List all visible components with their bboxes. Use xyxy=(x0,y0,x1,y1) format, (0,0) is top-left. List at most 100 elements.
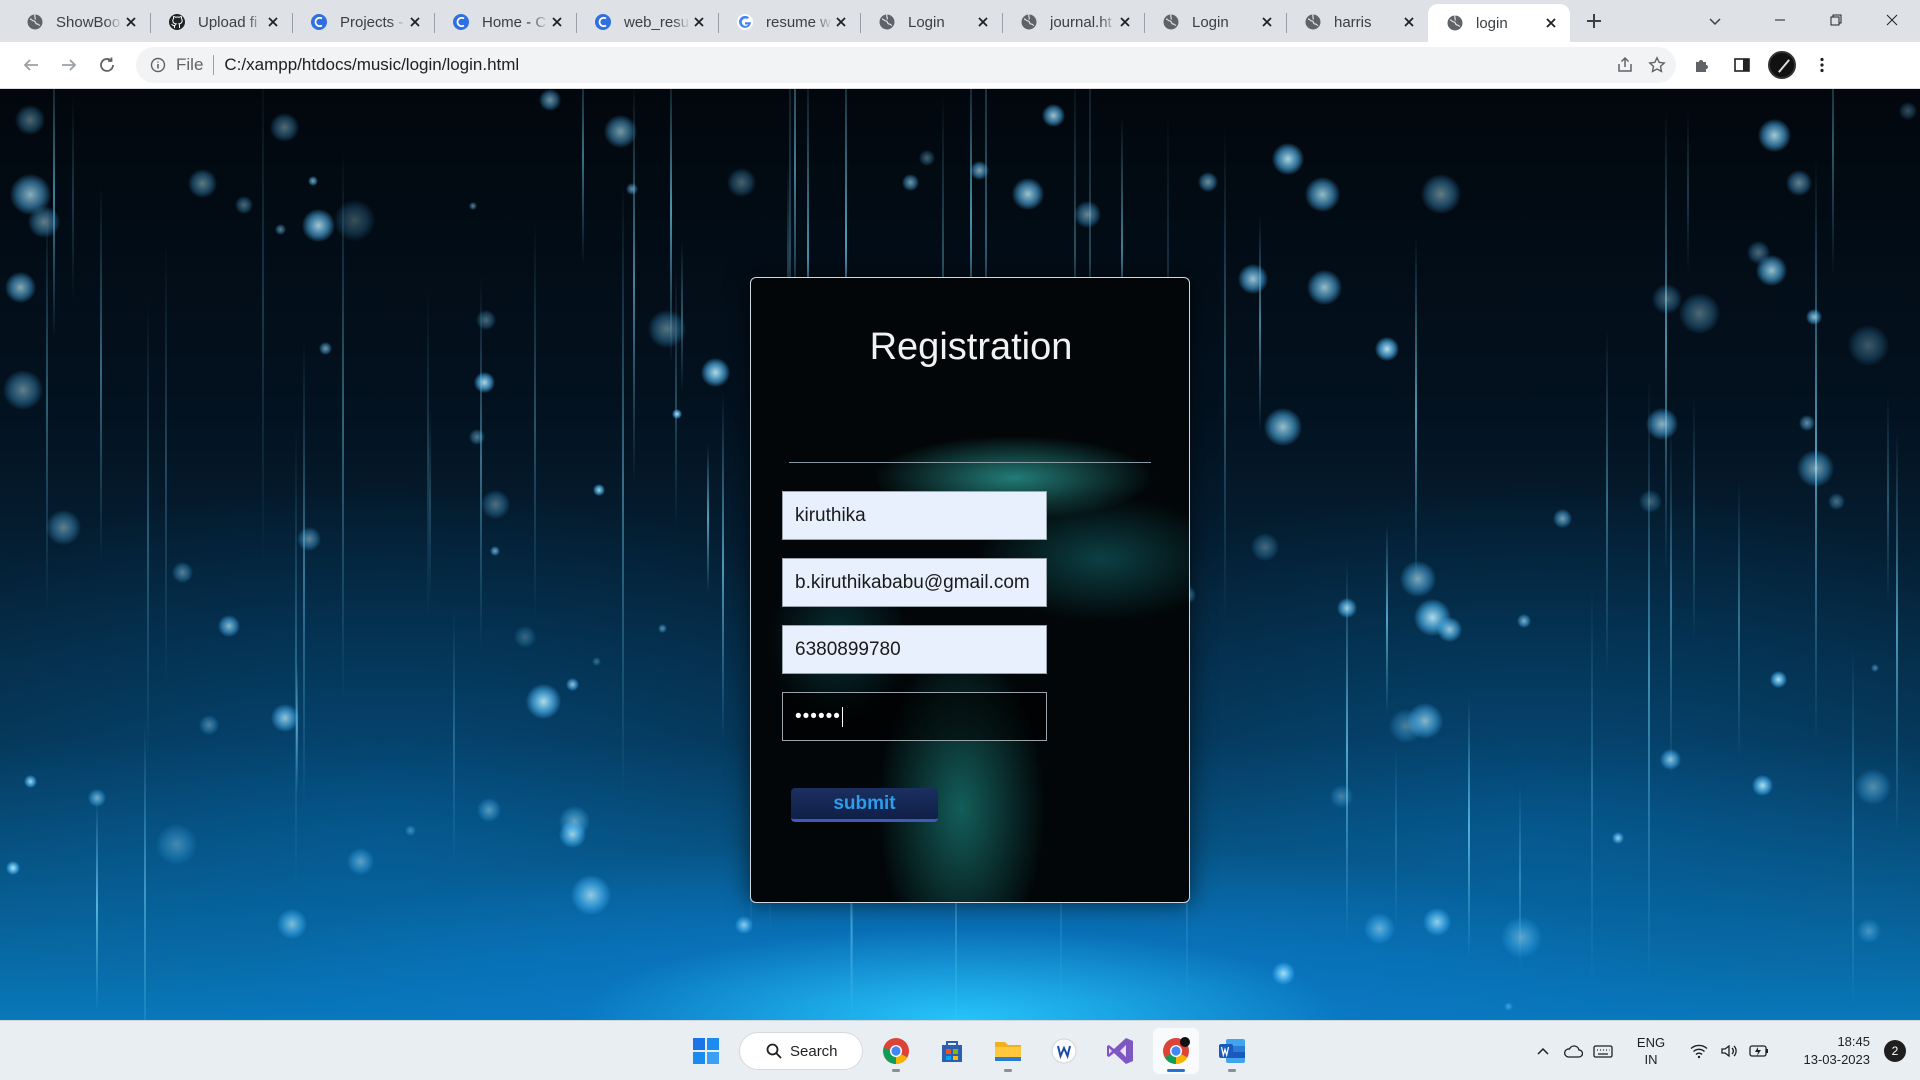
bokeh-dot xyxy=(1305,177,1341,213)
light-streak xyxy=(1606,326,1608,674)
replit-icon xyxy=(310,13,328,31)
close-tab-icon[interactable] xyxy=(122,13,140,31)
battery-icon xyxy=(1749,1045,1768,1057)
bokeh-dot xyxy=(476,310,497,331)
share-icon[interactable] xyxy=(1616,56,1634,74)
close-tab-icon[interactable] xyxy=(832,13,850,31)
name-input[interactable]: kiruthika xyxy=(782,491,1047,540)
light-streak xyxy=(453,608,455,865)
store-icon xyxy=(942,1041,962,1062)
bokeh-dot xyxy=(1198,172,1218,192)
light-streak xyxy=(1832,89,1834,276)
region-code: IN xyxy=(1644,1052,1658,1067)
tab-10[interactable]: harris xyxy=(1286,4,1428,40)
taskbar-file-explorer[interactable] xyxy=(985,1028,1031,1074)
light-streak xyxy=(1648,379,1650,981)
bokeh-dot xyxy=(727,168,756,197)
taskbar-chrome[interactable] xyxy=(873,1028,919,1074)
tab-3[interactable]: Projects - xyxy=(292,4,434,40)
tab-11[interactable]: login xyxy=(1428,4,1570,42)
close-tab-icon[interactable] xyxy=(1542,14,1560,32)
tab-7[interactable]: Login xyxy=(860,4,1002,40)
close-tab-icon[interactable] xyxy=(1116,13,1134,31)
chevron-down-icon xyxy=(1709,18,1721,26)
bokeh-dot xyxy=(1272,962,1295,985)
battery-button[interactable] xyxy=(1744,1036,1774,1066)
close-tab-icon[interactable] xyxy=(406,13,424,31)
extensions-button[interactable] xyxy=(1684,47,1720,83)
bokeh-dot xyxy=(1364,913,1396,945)
tab-search-button[interactable] xyxy=(1698,4,1732,38)
new-tab-button[interactable] xyxy=(1576,3,1612,39)
tab-1[interactable]: ShowBoo xyxy=(8,4,150,40)
onedrive-button[interactable] xyxy=(1558,1036,1588,1066)
close-tab-icon[interactable] xyxy=(548,13,566,31)
restore-button[interactable] xyxy=(1808,0,1864,40)
notification-badge[interactable]: 2 xyxy=(1884,1040,1906,1062)
forward-button[interactable] xyxy=(50,46,88,84)
light-streak xyxy=(72,94,74,302)
cloud-icon xyxy=(1564,1045,1583,1058)
close-tab-icon[interactable] xyxy=(264,13,282,31)
wifi-button[interactable] xyxy=(1684,1036,1714,1066)
close-window-button[interactable] xyxy=(1864,0,1920,40)
minimize-button[interactable] xyxy=(1752,0,1808,40)
taskbar-search[interactable]: Search xyxy=(739,1032,863,1070)
volume-button[interactable] xyxy=(1714,1036,1744,1066)
running-indicator xyxy=(1228,1069,1236,1072)
tab-label: Login xyxy=(1192,13,1229,31)
taskbar-store[interactable] xyxy=(929,1028,975,1074)
keyboard-button[interactable] xyxy=(1588,1036,1618,1066)
tab-label: ShowBoo xyxy=(56,13,121,31)
page-viewport: Registration kiruthika b.kiruthikababu@g… xyxy=(0,89,1920,1020)
search-label: Search xyxy=(790,1042,838,1060)
phone-input[interactable]: 6380899780 xyxy=(782,625,1047,674)
close-tab-icon[interactable] xyxy=(690,13,708,31)
close-tab-icon[interactable] xyxy=(974,13,992,31)
tab-label: Login xyxy=(908,13,945,31)
active-indicator xyxy=(1167,1069,1185,1072)
tab-6[interactable]: resume w xyxy=(718,4,860,40)
bokeh-dot xyxy=(405,825,417,837)
taskbar-chrome-profile[interactable] xyxy=(1153,1028,1199,1074)
url-text[interactable]: C:/xampp/htdocs/music/login/login.html xyxy=(224,55,1616,75)
back-button[interactable] xyxy=(12,46,50,84)
folder-icon xyxy=(995,1042,1021,1061)
site-info[interactable]: File xyxy=(150,55,203,75)
address-bar[interactable]: File C:/xampp/htdocs/music/login/login.h… xyxy=(136,47,1676,83)
tab-9[interactable]: Login xyxy=(1144,4,1286,40)
taskbar-visual-studio[interactable] xyxy=(1097,1028,1143,1074)
light-streak xyxy=(144,720,146,1020)
bookmark-star-icon[interactable] xyxy=(1648,56,1666,74)
tab-2[interactable]: Upload fi xyxy=(150,4,292,40)
close-tab-icon[interactable] xyxy=(1400,13,1418,31)
password-input[interactable]: •••••• xyxy=(782,692,1047,741)
language-indicator[interactable]: ENG IN xyxy=(1626,1034,1676,1068)
chrome-icon xyxy=(883,1038,909,1065)
bokeh-dot xyxy=(1848,325,1890,367)
email-input[interactable]: b.kiruthikababu@gmail.com xyxy=(782,558,1047,607)
tab-4[interactable]: Home - C xyxy=(434,4,576,40)
tab-8[interactable]: journal.ht xyxy=(1002,4,1144,40)
reload-button[interactable] xyxy=(88,46,126,84)
bokeh-dot xyxy=(1307,270,1342,305)
start-button[interactable] xyxy=(683,1028,729,1074)
side-panel-button[interactable] xyxy=(1724,47,1760,83)
taskbar-app-w[interactable] xyxy=(1041,1028,1087,1074)
clock[interactable]: 18:45 13-03-2023 xyxy=(1780,1033,1871,1069)
bokeh-dot xyxy=(593,484,606,497)
bokeh-dot xyxy=(1375,337,1400,362)
profile-button[interactable] xyxy=(1764,47,1800,83)
taskbar-word[interactable] xyxy=(1209,1028,1255,1074)
bokeh-dot xyxy=(270,113,300,143)
tab-label: Home - C xyxy=(482,13,547,31)
menu-button[interactable] xyxy=(1804,47,1840,83)
light-streak xyxy=(46,202,48,610)
tab-5[interactable]: web_resu xyxy=(576,4,718,40)
submit-button[interactable]: submit xyxy=(791,788,938,822)
bokeh-dot xyxy=(1806,309,1823,326)
show-hidden-icons-button[interactable] xyxy=(1528,1036,1558,1066)
bokeh-dot xyxy=(604,115,637,148)
close-tab-icon[interactable] xyxy=(1258,13,1276,31)
replit-icon xyxy=(452,13,470,31)
